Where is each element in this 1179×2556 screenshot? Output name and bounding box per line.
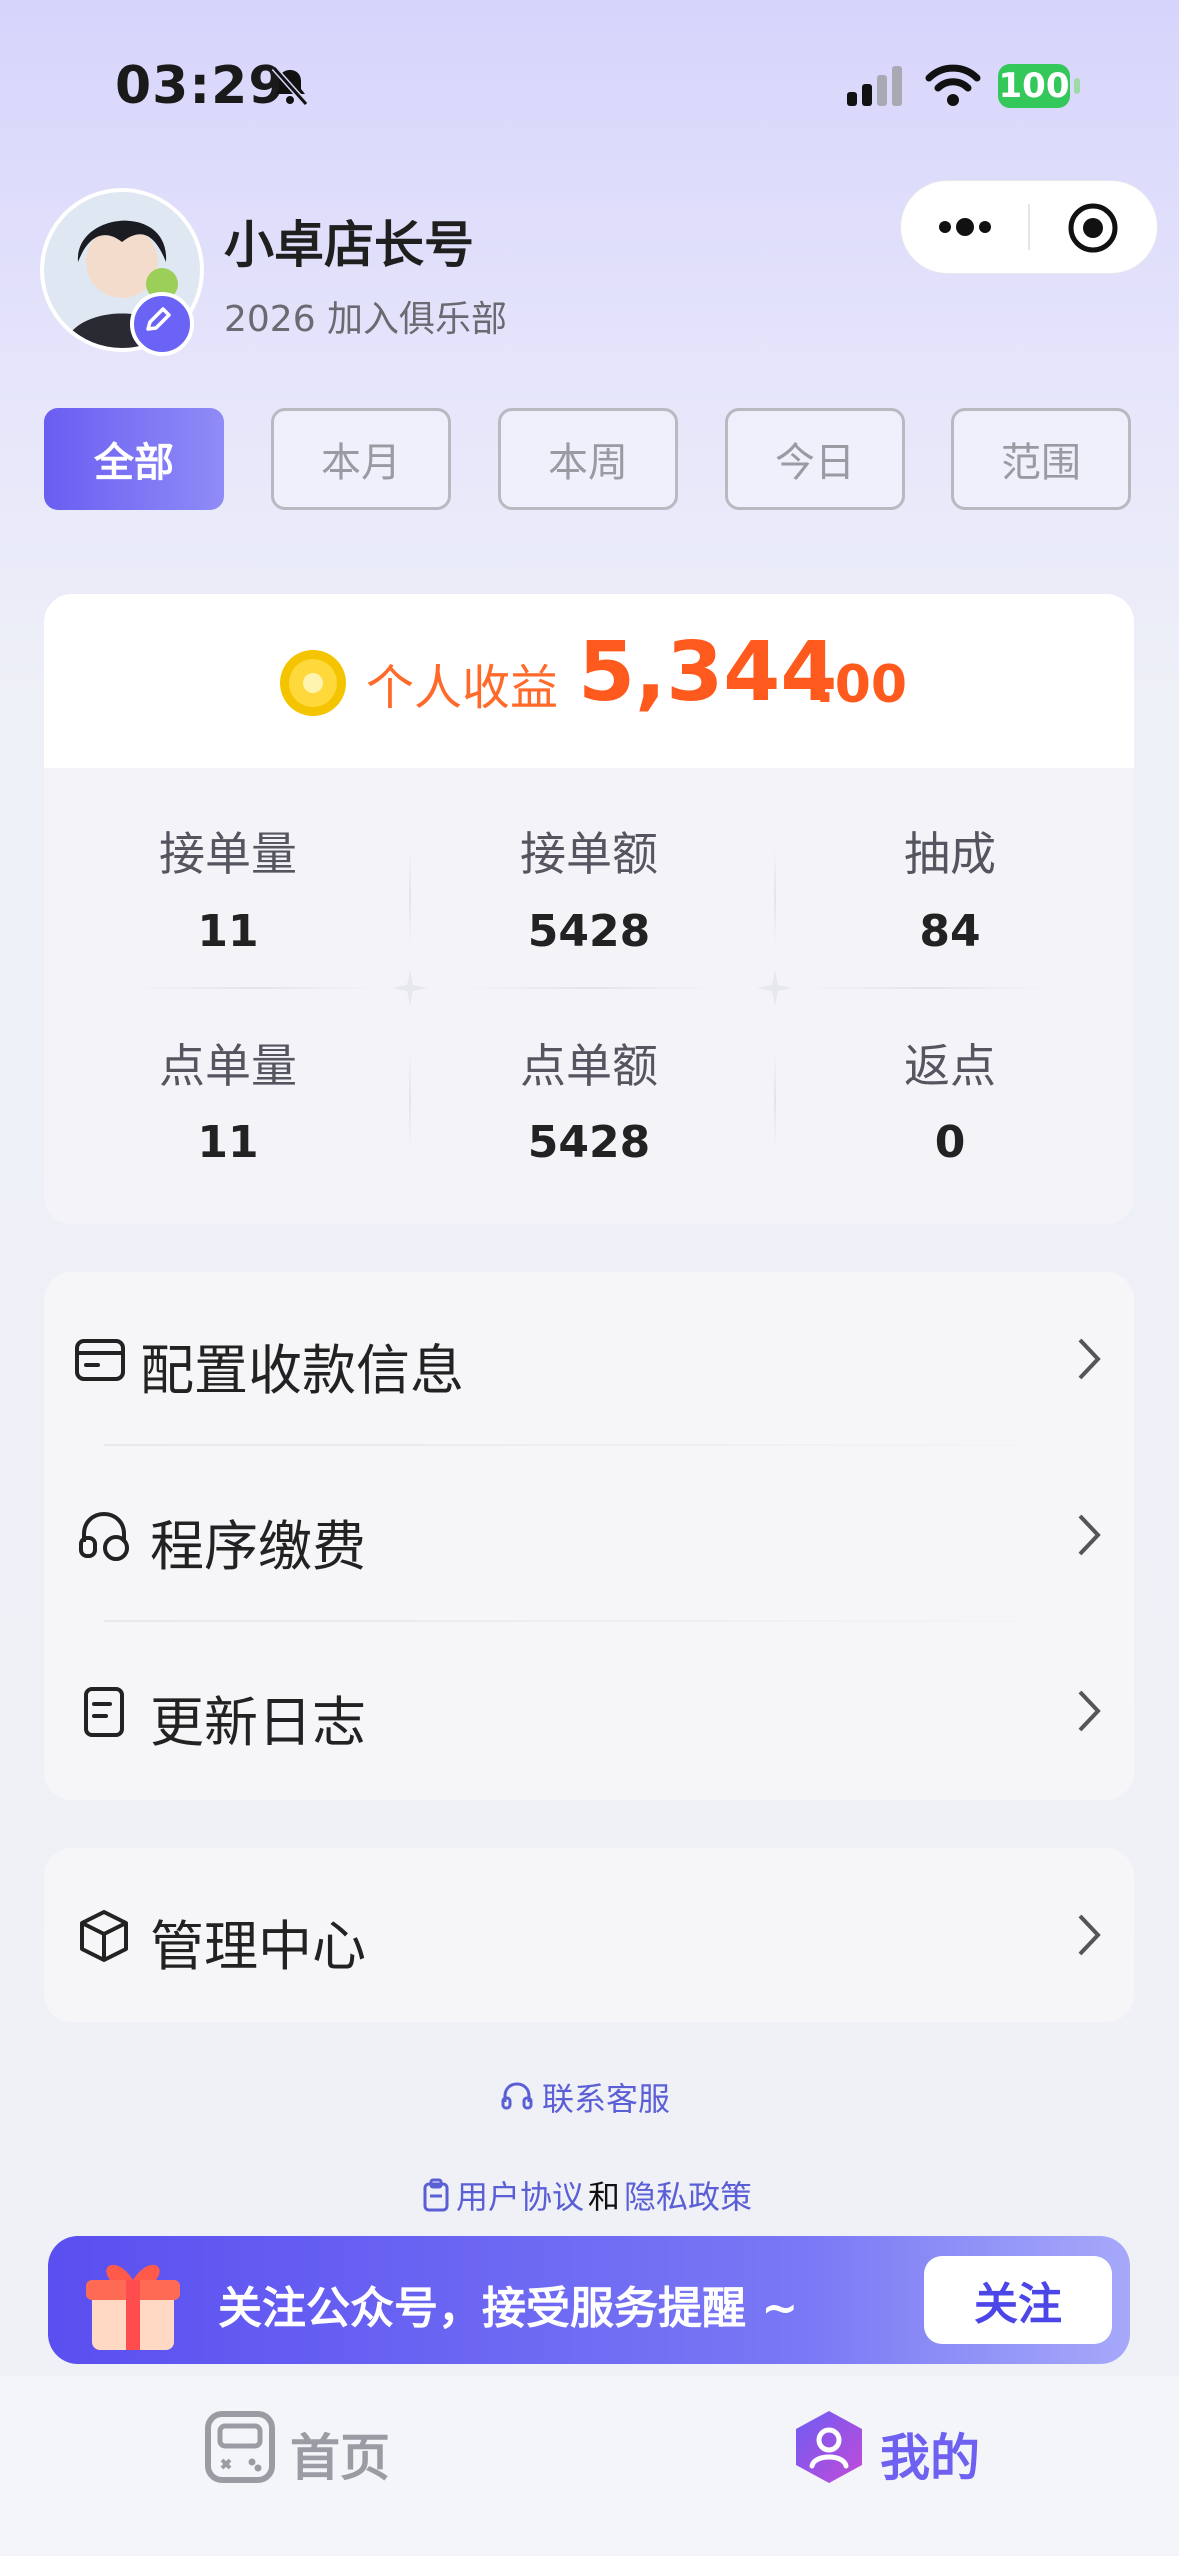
policy-connector: 和 [588, 2178, 621, 2216]
clipboard-icon [423, 2178, 449, 2212]
home-gamepad-icon[interactable] [204, 2410, 276, 2484]
tab-week[interactable]: 本周 [498, 408, 678, 510]
bell-muted-icon [271, 66, 309, 106]
menu-item-program-fee[interactable]: 程序缴费 [44, 1450, 1134, 1620]
tab-all[interactable]: 全部 [44, 408, 224, 510]
status-time: 03:29 [115, 56, 286, 116]
follow-button[interactable]: 关注 [924, 2256, 1112, 2344]
nav-mine-label[interactable]: 我的 [880, 2418, 980, 2490]
stat-divider [130, 987, 380, 989]
gift-icon [86, 2264, 180, 2350]
policy-links: 用户协议 和 隐私政策 [420, 2172, 752, 2218]
headset-coin-icon [79, 1511, 129, 1561]
row-divider [104, 1444, 1088, 1446]
sparkle-icon [392, 970, 428, 1006]
stat-divider [774, 848, 776, 948]
follow-banner-text: 关注公众号，接受服务提醒 ~ [218, 2283, 799, 2334]
earnings-amount-decimal: .00 [815, 655, 908, 715]
stat-divider [800, 987, 1050, 989]
stat-value-placed: 11 [197, 1117, 259, 1168]
capsule-divider [1028, 204, 1030, 250]
battery-tip [1074, 78, 1080, 94]
earnings-label: 个人收益 [366, 660, 559, 716]
wallet-icon [75, 1339, 125, 1381]
menu-item-label: 管理中心 [150, 1915, 366, 1978]
chevron-right-icon [1078, 1514, 1101, 1556]
stat-value-orders: 11 [197, 906, 259, 957]
signal-icon [847, 66, 902, 106]
menu-item-label: 程序缴费 [150, 1515, 366, 1578]
stat-label-orders: 接单量 [159, 827, 297, 881]
more-icon[interactable] [935, 210, 995, 244]
profile-hexagon-icon[interactable] [792, 2408, 866, 2486]
chevron-right-icon [1078, 1338, 1101, 1380]
chevron-right-icon [1078, 1690, 1101, 1732]
stat-divider [774, 1050, 776, 1150]
contact-support-label: 联系客服 [542, 2080, 671, 2118]
tab-month[interactable]: 本月 [271, 408, 451, 510]
stat-label-order-amount: 接单额 [520, 827, 658, 881]
stat-value-rebate: 0 [934, 1117, 966, 1168]
coin-icon [280, 650, 346, 716]
sparkle-icon [757, 970, 793, 1006]
nav-home-label[interactable]: 首页 [290, 2418, 390, 2490]
stat-label-placed: 点单量 [159, 1039, 297, 1093]
stat-divider [460, 987, 720, 989]
chevron-right-icon [1078, 1914, 1101, 1956]
profile-name: 小卓店长号 [224, 216, 474, 274]
stat-value-order-amount: 5428 [527, 906, 651, 957]
edit-avatar-button[interactable] [130, 292, 194, 356]
menu-item-payment-info[interactable]: 配置收款信息 [44, 1274, 1134, 1444]
menu-item-admin-center[interactable]: 管理中心 [44, 1850, 1134, 2020]
menu-item-label: 配置收款信息 [140, 1339, 464, 1402]
row-divider [104, 1620, 1088, 1622]
menu-item-label: 更新日志 [150, 1691, 366, 1754]
bottom-nav [0, 2376, 1179, 2556]
stat-label-commission: 抽成 [904, 827, 996, 881]
document-icon [84, 1687, 124, 1737]
stat-divider [409, 848, 411, 948]
stat-divider [409, 1050, 411, 1150]
user-agreement-link[interactable]: 用户协议 [456, 2172, 584, 2218]
earnings-amount: 5,344 [578, 625, 838, 720]
tab-today[interactable]: 今日 [725, 408, 905, 510]
tab-range[interactable]: 范围 [951, 408, 1131, 510]
stat-value-commission: 84 [919, 906, 981, 957]
battery-indicator: 100 [998, 64, 1070, 108]
stat-label-placed-amount: 点单额 [520, 1039, 658, 1093]
profile-joined: 2026 加入俱乐部 [224, 299, 508, 340]
wifi-icon [925, 64, 981, 106]
stat-label-rebate: 返点 [904, 1039, 996, 1093]
privacy-policy-link[interactable]: 隐私政策 [624, 2172, 752, 2218]
contact-support-link[interactable]: 联系客服 [500, 2074, 670, 2120]
pencil-icon [146, 307, 171, 331]
close-miniprogram-icon[interactable] [1066, 201, 1120, 255]
menu-item-changelog[interactable]: 更新日志 [44, 1626, 1134, 1796]
headset-icon [501, 2082, 533, 2110]
cube-icon [80, 1910, 128, 1962]
stat-value-placed-amount: 5428 [527, 1117, 651, 1168]
